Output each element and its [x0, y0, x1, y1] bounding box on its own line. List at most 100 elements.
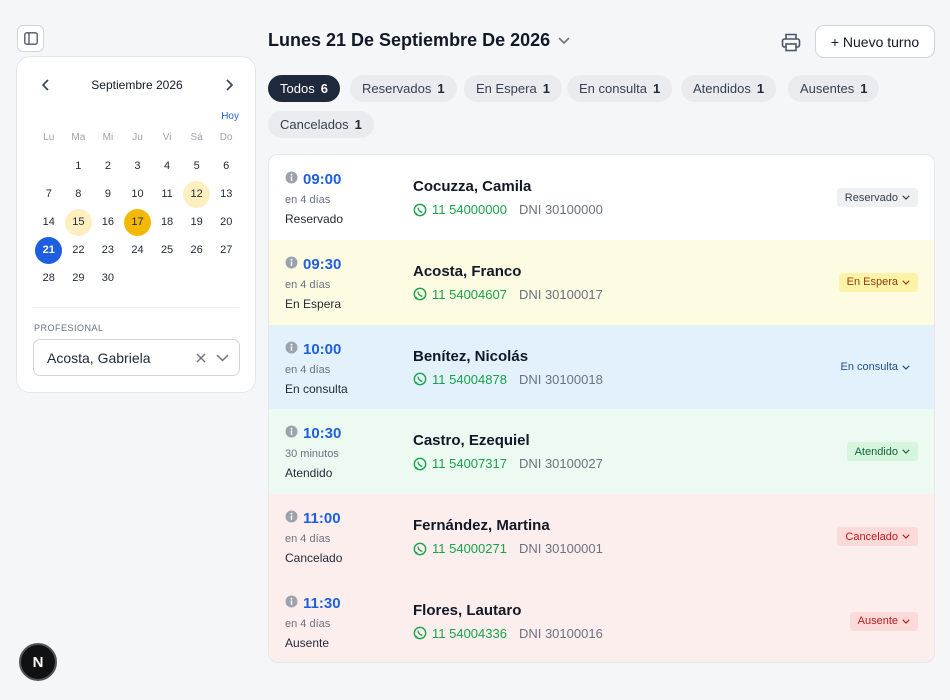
new-appointment-button[interactable]: + Nuevo turno — [815, 25, 935, 58]
filter-ausentes[interactable]: Ausentes 1 — [788, 75, 880, 102]
appointment-row[interactable]: 11:30 en 4 días Ausente Flores, Lautaro 11 5… — [269, 578, 934, 662]
filter-en-espera[interactable]: En Espera 1 — [464, 75, 562, 102]
appointment-row[interactable]: 10:30 30 minutos Atendido Castro, Ezequiel 1… — [269, 409, 934, 495]
calendar-day[interactable]: 1 — [64, 152, 94, 180]
calendar-day-number: 11 — [161, 188, 173, 200]
filter-label: En consulta — [579, 81, 647, 96]
info-icon[interactable] — [285, 256, 298, 269]
calendar-day[interactable]: 13 — [211, 180, 241, 208]
status-badge-dropdown[interactable]: En Espera — [838, 272, 918, 292]
appointment-status-text: Atendido — [285, 466, 333, 481]
status-badge-dropdown[interactable]: Atendido — [846, 442, 918, 462]
professional-select[interactable]: Acosta, Gabriela — [33, 339, 240, 376]
calendar-day[interactable]: 23 — [93, 236, 123, 264]
calendar-day-number: 3 — [134, 160, 141, 172]
appointment-row[interactable]: 10:00 en 4 días En consulta Benítez, Nicolá… — [269, 324, 934, 410]
calendar-day[interactable]: 14 — [34, 208, 64, 236]
calendar-day[interactable]: 18 — [152, 208, 182, 236]
patient-name: Acosta, Franco — [413, 262, 522, 280]
calendar-day[interactable]: 19 — [182, 208, 212, 236]
calendar-day[interactable]: 20 — [211, 208, 241, 236]
calendar-day[interactable]: 22 — [64, 236, 94, 264]
appointment-time: 11:30 — [303, 594, 341, 612]
appointment-row[interactable]: 11:00 en 4 días Cancelado Fernández, Martin… — [269, 494, 934, 579]
calendar-day[interactable]: 10 — [123, 180, 153, 208]
patient-name: Flores, Lautaro — [413, 601, 522, 619]
empty-cell — [34, 152, 64, 180]
appointment-row[interactable]: 09:30 en 4 días En Espera Acosta, Franco 11 … — [269, 239, 934, 325]
status-badge-dropdown[interactable]: En consulta — [833, 358, 918, 377]
whatsapp-icon — [413, 457, 427, 471]
filter-todos[interactable]: Todos 6 — [268, 75, 340, 102]
patient-phone[interactable]: 11 54000000 — [432, 202, 507, 217]
calendar-day[interactable]: 15 — [64, 208, 94, 236]
calendar-day-number: 9 — [104, 188, 111, 200]
calendar-day[interactable]: 5 — [182, 152, 212, 180]
appointment-status-text: Cancelado — [285, 551, 343, 566]
status-badge-dropdown[interactable]: Reservado — [836, 188, 918, 207]
appointment-status-text: Reservado — [285, 212, 344, 226]
appointment-relative-time: en 4 días — [285, 363, 331, 376]
calendar-day[interactable]: 6 — [211, 152, 241, 180]
calendar-day-number: 25 — [160, 244, 174, 256]
info-icon[interactable] — [285, 425, 298, 438]
calendar-day[interactable]: 3 — [123, 152, 153, 180]
info-icon[interactable] — [285, 595, 298, 608]
calendar-day[interactable]: 8 — [64, 180, 94, 208]
next-month-button[interactable] — [221, 77, 237, 93]
calendar-day-number: 13 — [220, 188, 233, 200]
sidebar-toggle-button[interactable] — [17, 25, 44, 52]
today-link[interactable]: Hoy — [221, 111, 239, 122]
calendar-day-number: 4 — [164, 160, 171, 172]
appointment-time: 11:00 — [303, 510, 341, 528]
filter-atendidos[interactable]: Atendidos 1 — [681, 75, 777, 102]
date-selector[interactable]: Lunes 21 De Septiembre De 2026 — [268, 30, 570, 51]
calendar-day[interactable]: 29 — [64, 264, 94, 292]
patient-dni: DNI 30100018 — [518, 371, 603, 387]
print-button[interactable] — [776, 29, 806, 55]
floating-app-button[interactable]: N — [19, 643, 57, 681]
patient-dni: DNI 30100027 — [518, 456, 603, 472]
calendar-day[interactable]: 26 — [182, 236, 212, 264]
filter-cancelados[interactable]: Cancelados 1 — [268, 111, 374, 138]
calendar-day[interactable]: 24 — [123, 236, 153, 264]
calendar-day-number: 27 — [220, 244, 233, 256]
calendar-day[interactable]: 25 — [152, 236, 182, 264]
calendar-day[interactable]: 28 — [34, 264, 64, 292]
filter-reservados[interactable]: Reservados 1 — [350, 75, 457, 102]
clear-icon[interactable] — [196, 353, 206, 363]
appointment-time: 10:30 — [303, 425, 342, 443]
calendar-day[interactable]: 27 — [211, 236, 241, 264]
patient-phone[interactable]: 11 54000271 — [432, 541, 507, 556]
appointment-row[interactable]: 09:00 en 4 días Reservado Cocuzza, Camila 11… — [269, 155, 934, 240]
calendar-day-number: 5 — [193, 160, 200, 172]
calendar-day[interactable]: 2 — [93, 152, 123, 180]
patient-phone[interactable]: 11 54004336 — [432, 626, 507, 641]
calendar-day[interactable]: 12 — [182, 180, 212, 208]
calendar-day[interactable]: 16 — [93, 208, 123, 236]
appointment-time: 09:00 — [303, 171, 342, 188]
patient-phone[interactable]: 11 54007317 — [432, 456, 507, 471]
filter-count: 1 — [437, 81, 445, 96]
appointment-time: 10:00 — [303, 340, 342, 358]
status-badge-label: Ausente — [857, 615, 898, 628]
calendar-day[interactable]: 21 — [34, 236, 64, 264]
calendar-day[interactable]: 11 — [152, 180, 182, 208]
filter-en-consulta[interactable]: En consulta 1 — [567, 75, 673, 102]
info-icon[interactable] — [285, 341, 298, 354]
info-icon[interactable] — [285, 510, 298, 523]
calendar-day[interactable]: 9 — [93, 180, 123, 208]
calendar-day[interactable]: 30 — [93, 264, 123, 292]
patient-phone[interactable]: 11 54004878 — [432, 372, 507, 387]
info-icon[interactable] — [285, 171, 298, 184]
patient-phone[interactable]: 11 54004607 — [432, 287, 507, 302]
calendar-day[interactable]: 4 — [152, 152, 182, 180]
status-badge-dropdown[interactable]: Cancelado — [837, 527, 918, 547]
patient-dni: DNI 30100017 — [518, 286, 603, 302]
status-badge-dropdown[interactable]: Ausente — [849, 611, 918, 631]
calendar-day[interactable]: 7 — [34, 180, 64, 208]
patient-contact: 11 54000271 DNI 30100001 — [413, 541, 603, 556]
calendar-day[interactable]: 17 — [123, 208, 153, 236]
prev-month-button[interactable] — [37, 77, 53, 93]
appointment-status-text: En consulta — [285, 381, 348, 396]
